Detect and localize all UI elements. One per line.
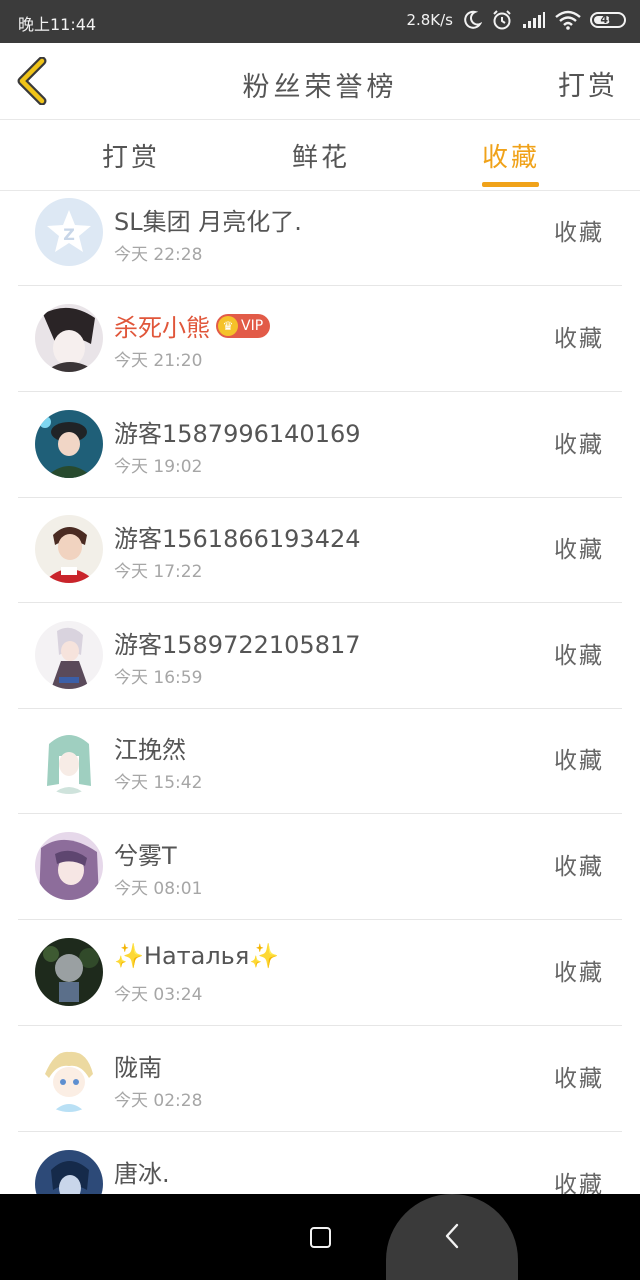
recent-apps-icon[interactable]	[310, 1227, 331, 1248]
status-time: 晚上11:44	[18, 15, 97, 34]
list-item[interactable]: 陇南 今天 02:28 收藏	[18, 1026, 622, 1132]
system-nav-bar	[0, 1194, 640, 1280]
moon-icon	[464, 10, 482, 29]
avatar[interactable]	[35, 515, 103, 583]
entry-time: 今天 02:28	[114, 1091, 203, 1111]
list-item[interactable]: 游客1589722105817 今天 16:59 收藏	[18, 603, 622, 709]
action-label: 收藏	[554, 537, 604, 563]
avatar[interactable]	[35, 1150, 103, 1194]
net-speed: 2.8K/s	[406, 11, 453, 29]
user-name[interactable]: 杀死小熊 ♛ VIP	[114, 308, 271, 343]
list-item[interactable]: Z SL集团 月亮化了. 今天 22:28 收藏	[18, 191, 622, 286]
default-avatar-icon: Z	[35, 198, 103, 266]
avatar[interactable]	[35, 1044, 103, 1112]
avatar[interactable]	[35, 726, 103, 794]
user-name[interactable]: 兮雾T	[114, 836, 177, 871]
wifi-icon	[555, 10, 581, 30]
status-bar: 晚上11:44 2.8K/s 46	[0, 0, 640, 43]
tab-active-indicator	[482, 182, 539, 187]
crown-icon: ♛	[218, 316, 238, 336]
sparkle-icon: ✨	[114, 942, 144, 970]
user-name[interactable]: SL集团 月亮化了.	[114, 202, 302, 237]
entry-time: 今天 08:01	[114, 879, 203, 899]
action-label: 收藏	[554, 1066, 604, 1092]
list-item[interactable]: 游客1587996140169 今天 19:02 收藏	[18, 392, 622, 498]
system-back-icon[interactable]	[444, 1223, 460, 1249]
action-label: 收藏	[554, 854, 604, 880]
list-item[interactable]: 江挽然 今天 15:42 收藏	[18, 708, 622, 814]
list-item[interactable]: 游客1561866193424 今天 17:22 收藏	[18, 497, 622, 603]
action-label: 收藏	[554, 643, 604, 669]
user-name[interactable]: 陇南	[114, 1048, 162, 1083]
entry-time: 今天 22:28	[114, 245, 203, 265]
battery-level: 46	[600, 13, 616, 26]
alarm-icon	[493, 10, 511, 30]
user-name[interactable]: ✨Наталья✨	[114, 942, 279, 970]
action-label: 收藏	[554, 326, 604, 352]
entry-time: 今天 21:20	[114, 351, 203, 371]
sparkle-icon: ✨	[249, 942, 280, 970]
entry-time: 今天 19:02	[114, 457, 203, 477]
list-item[interactable]: 兮雾T 今天 08:01 收藏	[18, 814, 622, 920]
user-name[interactable]: 游客1587996140169	[114, 414, 361, 449]
entry-time: 今天 03:24	[114, 985, 203, 1005]
list-item[interactable]: 唐冰. 收藏	[18, 1132, 622, 1194]
signal-icon	[523, 12, 545, 28]
tab-favorites[interactable]: 收藏	[451, 137, 571, 174]
status-icons: 2.8K/s 46	[406, 9, 626, 31]
action-label: 收藏	[554, 1172, 604, 1194]
reward-button[interactable]: 打赏	[558, 64, 618, 103]
avatar[interactable]	[35, 938, 103, 1006]
header-bar: 粉丝荣誉榜 打赏	[0, 43, 640, 120]
tab-reward[interactable]: 打赏	[71, 137, 191, 174]
action-label: 收藏	[554, 960, 604, 986]
entry-time: 今天 15:42	[114, 773, 203, 793]
list-item[interactable]: 杀死小熊 ♛ VIP 今天 21:20 收藏	[18, 286, 622, 392]
vip-label: VIP	[241, 318, 264, 334]
entry-time: 今天 17:22	[114, 562, 203, 582]
user-name[interactable]: 游客1561866193424	[114, 519, 361, 554]
list-item[interactable]: ✨Наталья✨ 今天 03:24 收藏	[18, 920, 622, 1026]
tab-bar: 打赏 鲜花 收藏	[0, 120, 640, 191]
user-name[interactable]: 游客1589722105817	[114, 625, 361, 660]
vip-badge: ♛ VIP	[216, 314, 271, 338]
action-label: 收藏	[554, 748, 604, 774]
battery-icon: 46	[590, 12, 626, 28]
user-name[interactable]: 江挽然	[114, 730, 186, 765]
svg-text:Z: Z	[63, 225, 75, 244]
avatar[interactable]	[35, 832, 103, 900]
tab-flowers[interactable]: 鲜花	[261, 137, 381, 174]
user-name-text: Наталья	[143, 942, 250, 970]
avatar[interactable]	[35, 410, 103, 478]
action-label: 收藏	[554, 220, 604, 246]
avatar[interactable]: Z	[35, 198, 103, 266]
avatar[interactable]	[35, 304, 103, 372]
action-label: 收藏	[554, 432, 604, 458]
user-name-text: 杀死小熊	[114, 314, 210, 342]
page-title: 粉丝荣誉榜	[242, 72, 398, 103]
fan-list[interactable]: Z SL集团 月亮化了. 今天 22:28 收藏 杀死小熊 ♛ VIP 今天 21:…	[0, 191, 640, 1194]
entry-time: 今天 16:59	[114, 668, 203, 688]
user-name[interactable]: 唐冰.	[114, 1154, 170, 1189]
avatar[interactable]	[35, 621, 103, 689]
